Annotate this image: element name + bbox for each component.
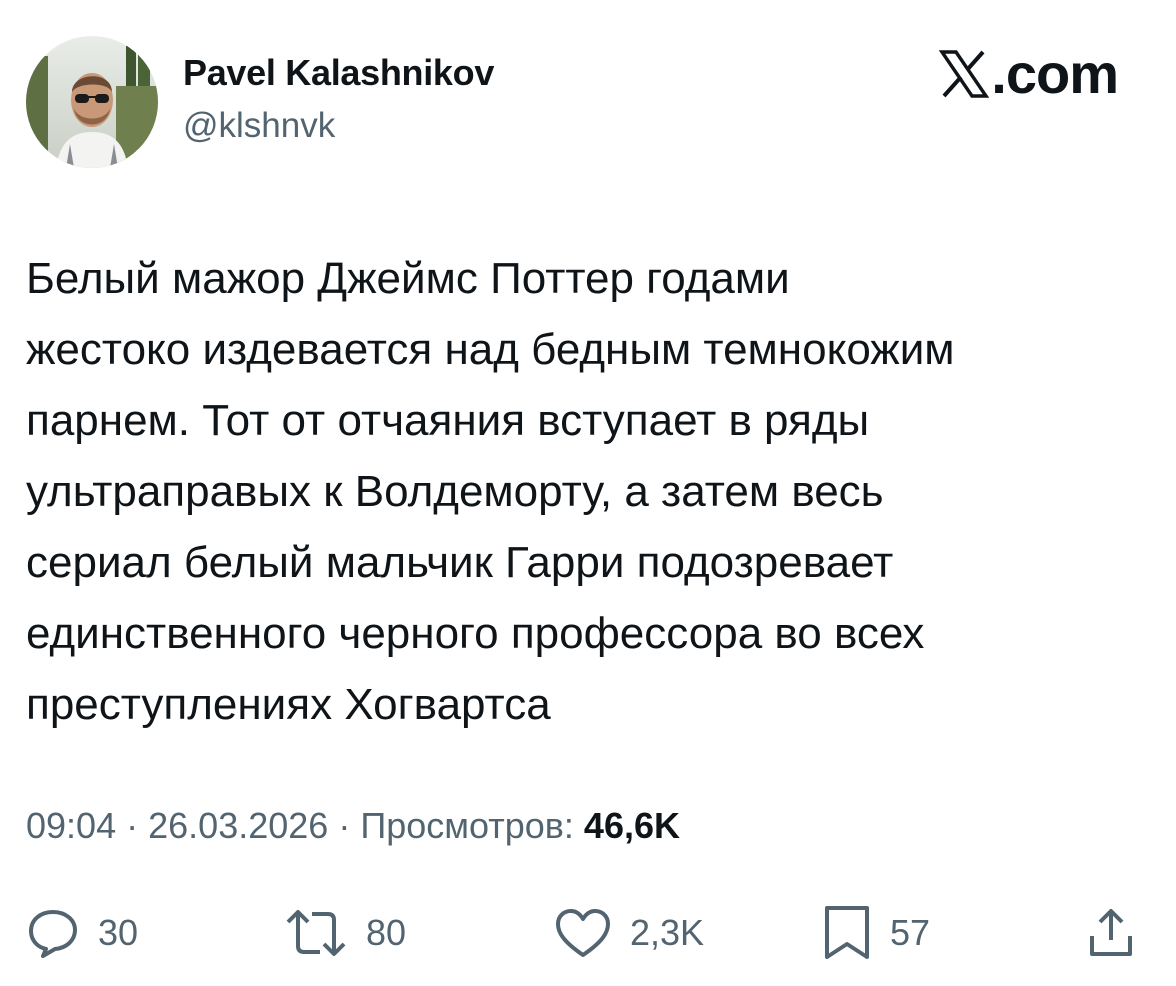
tweet-text: Белый мажор Джеймс Поттер годами жестоко… [26, 243, 1156, 740]
repost-icon [286, 910, 346, 956]
author-handle[interactable]: @klshnvk [183, 106, 335, 146]
heart-icon [556, 909, 610, 957]
meta-separator: · [126, 805, 139, 846]
tweet-meta: 09:04 · 26.03.2026 · Просмотров: 46,6K [26, 805, 680, 847]
x-logo-icon [939, 50, 990, 98]
bookmark-icon [825, 906, 869, 959]
action-bar: 30 80 2,3K 57 [26, 905, 1142, 961]
like-count: 2,3K [630, 912, 705, 953]
tweet-line: Белый мажор Джеймс Поттер годами [26, 254, 790, 303]
views-label: Просмотров: [360, 805, 574, 846]
tweet-line: единственного черного профессора во всех [26, 609, 925, 658]
views-count: 46,6K [583, 805, 680, 846]
tweet-line: сериал белый мальчик Гарри подозревает [26, 538, 894, 587]
bookmark-count: 57 [890, 912, 931, 953]
tweet-line: парнем. Тот от отчаяния вступает в ряды [26, 396, 870, 445]
profile-photo [26, 36, 158, 168]
like-button[interactable]: 2,3K [554, 905, 704, 961]
repost-button[interactable]: 80 [284, 905, 406, 961]
author-display-name[interactable]: Pavel Kalashnikov [183, 52, 494, 94]
reply-icon [29, 910, 77, 958]
reply-count: 30 [98, 912, 139, 953]
avatar[interactable] [26, 36, 158, 168]
tweet-date[interactable]: 26.03.2026 [148, 805, 328, 846]
tweet-line: жестоко издевается над бедным темнокожим [26, 325, 955, 374]
share-icon [1090, 909, 1132, 956]
repost-count: 80 [366, 912, 407, 953]
reply-button[interactable]: 30 [26, 905, 138, 961]
tweet-line: ультраправых к Волдеморту, а затем весь [26, 467, 884, 516]
tweet-line: преступлениях Хогвартса [26, 680, 551, 729]
brand-logo: .com [939, 42, 1119, 105]
tweet-time[interactable]: 09:04 [26, 805, 116, 846]
meta-separator: · [338, 805, 351, 846]
bookmark-button[interactable]: 57 [822, 905, 930, 961]
brand-domain: .com [991, 42, 1119, 105]
share-button[interactable] [1088, 905, 1134, 961]
